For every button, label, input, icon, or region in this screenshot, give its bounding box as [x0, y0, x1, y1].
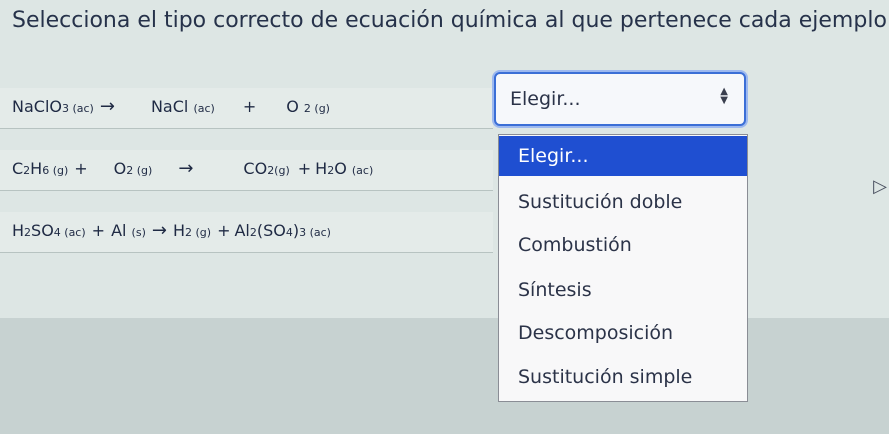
- option-sintesis[interactable]: Síntesis: [499, 270, 747, 310]
- select-value: Elegir...: [510, 88, 581, 110]
- option-combustion[interactable]: Combustión: [499, 225, 747, 265]
- equation-2: C2H6 (g) + O2 (g) → CO 2(g) + H2O (ac): [12, 158, 374, 179]
- option-descomposicion[interactable]: Descomposición: [499, 313, 747, 353]
- reaction-arrow: →: [151, 220, 167, 241]
- option-sustitucion-simple[interactable]: Sustitución simple: [499, 357, 747, 397]
- equation-row-3: H 2 SO 4 (ac) + Al (s) → H2 (g) + Al 2 (SO 4) 3…: [0, 212, 493, 253]
- select-arrows-icon: ▲ ▼: [720, 86, 728, 106]
- reaction-arrow: →: [99, 96, 115, 117]
- reaction-arrow: →: [178, 158, 194, 179]
- cursor-edge-icon: ▷: [873, 176, 887, 197]
- reaction-type-select[interactable]: Elegir... ▲ ▼: [494, 72, 746, 126]
- dropdown-list: Elegir... Sustitución doble Combustión S…: [498, 134, 748, 402]
- equation-1: NaClO 3 (ac) → NaCl (ac) + O 2 (g): [12, 96, 330, 117]
- option-elegir[interactable]: Elegir...: [499, 136, 747, 176]
- question-text: Selecciona el tipo correcto de ecuación …: [12, 8, 887, 33]
- equation-3: H 2 SO 4 (ac) + Al (s) → H2 (g) + Al 2 (SO 4) 3…: [12, 220, 331, 241]
- equation-row-1: NaClO 3 (ac) → NaCl (ac) + O 2 (g): [0, 88, 493, 129]
- option-sustitucion-doble[interactable]: Sustitución doble: [499, 182, 747, 222]
- equation-row-2: C2H6 (g) + O2 (g) → CO 2(g) + H2O (ac): [0, 150, 493, 191]
